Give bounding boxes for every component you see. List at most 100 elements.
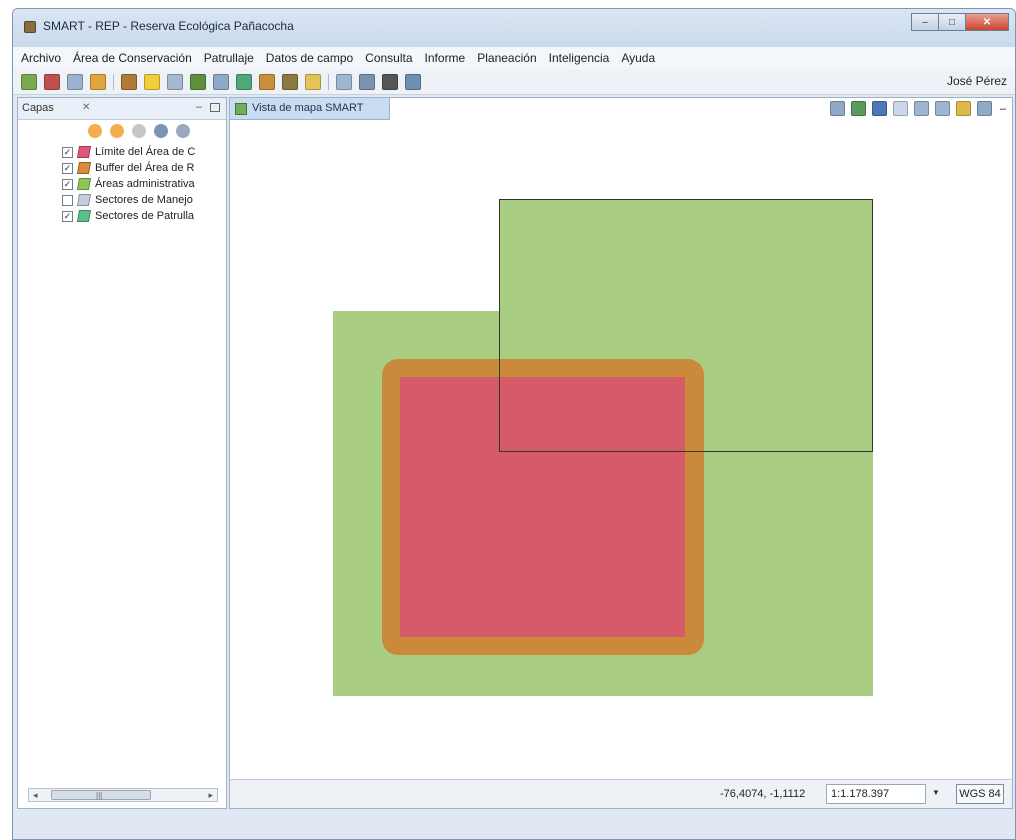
map-canvas[interactable] [230, 121, 1012, 779]
layers-panel: Capas ✕ – ✓ Límite del Área de C ✓ Buffer d… [17, 97, 227, 809]
team-icon[interactable] [282, 73, 298, 90]
scrollbar-grip: ||| [96, 791, 103, 800]
close-button[interactable]: ✕ [965, 13, 1009, 31]
person-icon[interactable] [190, 73, 206, 90]
layer-label: Áreas administrativa [95, 178, 195, 190]
map-tab-label: Vista de mapa SMART [252, 102, 364, 114]
export-icon[interactable] [359, 73, 375, 90]
minimize-view-icon[interactable]: – [1000, 103, 1006, 115]
move-down-icon[interactable] [110, 124, 124, 138]
map-toolbar: – [824, 101, 1006, 116]
layer-checkbox[interactable]: ✓ [62, 210, 73, 222]
layer-label: Sectores de Manejo [95, 194, 193, 206]
edit-layer-icon[interactable] [154, 124, 168, 138]
crs-button[interactable]: WGS 84 [956, 784, 1004, 804]
maximize-panel-icon[interactable] [210, 103, 220, 112]
table-icon[interactable] [336, 73, 352, 90]
layer-label: Sectores de Patrulla [95, 210, 195, 222]
identify-icon[interactable] [976, 101, 992, 116]
marker-icon[interactable] [121, 73, 137, 90]
app-window: SMART - REP - Reserva Ecológica Pañacoch… [12, 8, 1016, 840]
scroll-right-icon[interactable]: ▸ [208, 790, 213, 801]
tab-map-view[interactable]: Vista de mapa SMART [230, 98, 390, 120]
menu-datos-campo[interactable]: Datos de campo [266, 51, 353, 65]
hand-icon[interactable] [90, 73, 106, 90]
cursor-coordinates: -76,4074, -1,1112 [720, 788, 806, 800]
scale-select[interactable]: 1:1.178.397 [826, 784, 926, 804]
minimize-button[interactable]: – [911, 13, 939, 31]
conservation-area-polygon [400, 377, 685, 637]
style-icon[interactable] [176, 124, 190, 138]
horizontal-scrollbar[interactable]: ◂ ||| ▸ [28, 788, 218, 802]
window-title: SMART - REP - Reserva Ecológica Pañacoch… [43, 19, 294, 33]
layer-checkbox[interactable] [62, 194, 73, 206]
toolbar-separator [113, 73, 114, 90]
layer-style-icon [76, 162, 92, 174]
toolbar-separator [328, 73, 329, 90]
layers-icon[interactable] [829, 101, 845, 116]
move-up-icon[interactable] [88, 124, 102, 138]
user-name: José Pérez [946, 74, 1007, 88]
scroll-left-icon[interactable]: ◂ [33, 790, 38, 801]
grid-icon[interactable] [167, 73, 183, 90]
layer-style-icon [76, 146, 92, 158]
chevron-down-icon[interactable]: ▼ [932, 788, 940, 797]
form-icon[interactable] [67, 73, 83, 90]
layer-row[interactable]: ✓ Áreas administrativa [62, 176, 227, 192]
map-view-icon [235, 103, 247, 115]
layer-checkbox[interactable]: ✓ [62, 146, 73, 158]
refresh-icon[interactable] [850, 101, 866, 116]
menu-inteligencia[interactable]: Inteligencia [549, 51, 610, 65]
menu-patrullaje[interactable]: Patrullaje [204, 51, 254, 65]
layer-label: Buffer del Área de R [95, 162, 195, 174]
report-icon[interactable] [213, 73, 229, 90]
layer-label: Límite del Área de C [95, 146, 196, 158]
menu-area-conservacion[interactable]: Área de Conservación [73, 51, 192, 65]
full-extent-icon[interactable] [955, 101, 971, 116]
main-toolbar: José Pérez [13, 69, 1015, 95]
layer-style-icon [76, 178, 92, 190]
folder-icon[interactable] [305, 73, 321, 90]
layer-row[interactable]: ✓ Sectores de Patrulla [62, 208, 227, 224]
minimize-panel-icon[interactable]: – [196, 101, 202, 113]
menu-bar: Archivo Área de Conservación Patrullaje … [13, 47, 1015, 69]
zoom-box-icon[interactable] [892, 101, 908, 116]
layer-row[interactable]: ✓ Límite del Área de C [62, 144, 227, 160]
layer-row[interactable]: Sectores de Manejo [62, 192, 227, 208]
ranger-icon[interactable] [259, 73, 275, 90]
map-panel: Vista de mapa SMART – -76,4074, -1,1112 … [229, 97, 1013, 809]
pan-icon[interactable] [871, 101, 887, 116]
menu-consulta[interactable]: Consulta [365, 51, 412, 65]
bottom-status-strip [13, 811, 1015, 839]
status-bar: -76,4074, -1,1112 1:1.178.397 ▼ WGS 84 [230, 779, 1012, 808]
bulb-icon[interactable] [144, 73, 160, 90]
menu-informe[interactable]: Informe [425, 51, 466, 65]
layer-checkbox[interactable]: ✓ [62, 178, 73, 190]
arrow-right-icon[interactable] [132, 124, 146, 138]
layers-panel-tab: Capas ✕ – [18, 98, 226, 120]
sector-boundary-vertical [499, 311, 500, 452]
app-icon [24, 21, 36, 33]
window-controls: – □ ✕ [911, 13, 1009, 33]
scrollbar-thumb[interactable]: ||| [51, 790, 151, 800]
menu-archivo[interactable]: Archivo [21, 51, 61, 65]
zoom-in-icon[interactable] [913, 101, 929, 116]
globe-icon[interactable] [236, 73, 252, 90]
map-icon[interactable] [21, 73, 37, 90]
menu-planeacion[interactable]: Planeación [477, 51, 536, 65]
sync-icon[interactable] [405, 73, 421, 90]
layers-panel-title[interactable]: Capas [22, 102, 54, 114]
layer-checkbox[interactable]: ✓ [62, 162, 73, 174]
maximize-button[interactable]: □ [938, 13, 966, 31]
title-bar: SMART - REP - Reserva Ecológica Pañacoch… [13, 9, 1015, 47]
menu-ayuda[interactable]: Ayuda [621, 51, 655, 65]
layer-row[interactable]: ✓ Buffer del Área de R [62, 160, 227, 176]
sector-boundary-horizontal [499, 451, 873, 452]
layer-toolbar [88, 124, 198, 138]
close-icon[interactable]: ✕ [82, 102, 90, 113]
layer-style-icon [76, 194, 92, 206]
dropdown-icon[interactable] [382, 73, 398, 90]
layer-list: ✓ Límite del Área de C ✓ Buffer del Área de… [62, 144, 227, 224]
zoom-out-icon[interactable] [934, 101, 950, 116]
patrol-icon[interactable] [44, 73, 60, 90]
